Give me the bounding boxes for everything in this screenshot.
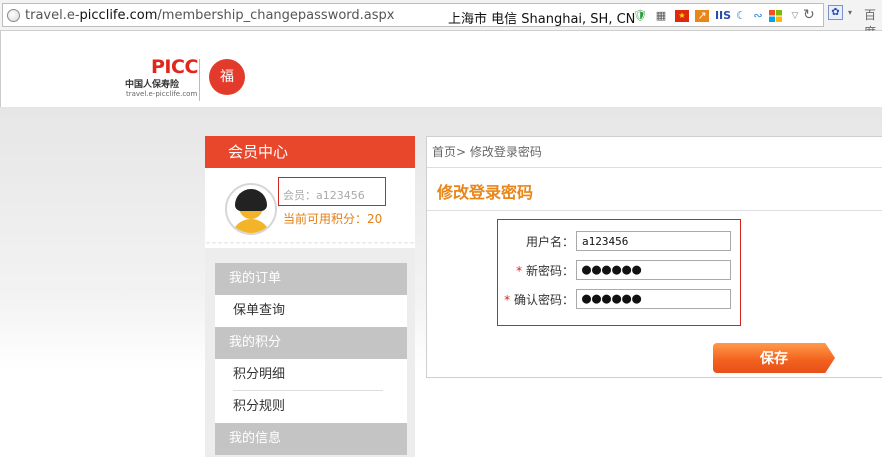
confirm-password-row: * 确认密码：	[498, 289, 742, 309]
new-password-row: * 新密码：	[498, 260, 742, 280]
menu-item-points-detail[interactable]: 积分明细	[215, 359, 407, 391]
engine-dropdown-icon[interactable]: ▾	[848, 8, 852, 17]
zigzag-divider	[205, 242, 415, 248]
menu-item-policy-query[interactable]: 保单查询	[215, 295, 407, 327]
url-field[interactable]: travel.e-picclife.com/membership_changep…	[2, 3, 824, 27]
member-name: 会员：a123456	[283, 189, 365, 202]
china-flag-icon[interactable]: ★	[675, 10, 689, 22]
logo-brand[interactable]: PICC	[151, 56, 198, 78]
browser-address-bar: travel.e-picclife.com/membership_changep…	[0, 0, 882, 39]
confirm-password-field[interactable]	[576, 289, 731, 309]
menu-group-orders: 我的订单	[215, 263, 407, 295]
url-text: travel.e-picclife.com/membership_changep…	[25, 8, 395, 23]
save-button[interactable]: 保存	[713, 343, 835, 373]
sidebar-title: 会员中心	[205, 136, 415, 168]
page-title: 修改登录密码	[437, 183, 534, 202]
username-label: 用户名：	[525, 235, 574, 249]
moon-icon[interactable]: ☾	[734, 10, 748, 22]
menu-item-points-rules[interactable]: 积分规则	[215, 391, 407, 423]
new-password-field[interactable]	[576, 260, 731, 280]
dropdown-arrow-icon[interactable]: ▽	[788, 10, 802, 22]
change-password-panel: 首页> 修改登录密码 修改登录密码 用户名： * 新密码： * 确认密码： 保存	[426, 136, 882, 378]
menu-group-my-info: 我的信息	[215, 423, 407, 455]
title-divider	[427, 210, 882, 211]
windows-icon[interactable]	[768, 10, 782, 22]
logo-domain: travel.e-picclife.com	[126, 90, 198, 98]
logo-divider	[199, 59, 200, 101]
wave-icon[interactable]: ∾	[751, 10, 765, 22]
breadcrumb[interactable]: 首页> 修改登录密码	[427, 137, 882, 168]
member-profile: 会员：a123456 当前可用积分：20	[205, 168, 415, 244]
member-sidebar: 会员中心 会员：a123456 当前可用积分：20 我的订单 保单查询 我的积分…	[205, 136, 415, 457]
logo-company-name: 中国人保寿险	[125, 80, 180, 90]
confirm-password-label: * 确认密码：	[504, 293, 574, 307]
search-engine-icon[interactable]: ✿	[828, 5, 843, 20]
sidebar-menu: 我的订单 保单查询 我的积分 积分明细 积分规则 我的信息	[215, 263, 407, 455]
password-form: 用户名： * 新密码： * 确认密码：	[497, 219, 741, 326]
iis-icon[interactable]: IIS	[712, 10, 734, 22]
new-password-label: * 新密码：	[516, 264, 574, 278]
username-row: 用户名：	[498, 231, 742, 251]
chart-icon[interactable]: ↗	[695, 10, 709, 22]
site-header: PICC 中国人保寿险 travel.e-picclife.com 福	[0, 31, 882, 107]
avatar	[225, 183, 277, 235]
available-points: 当前可用积分：20	[283, 212, 383, 226]
menu-group-points: 我的积分	[215, 327, 407, 359]
qr-code-icon[interactable]: ▦	[654, 10, 668, 22]
username-field[interactable]	[576, 231, 731, 251]
fu-seal-logo: 福	[209, 59, 245, 95]
shield-icon[interactable]: 🛡	[633, 10, 647, 22]
ip-location-text: 上海市 电信 Shanghai, SH, CN	[448, 12, 636, 27]
reload-icon[interactable]: ↻	[803, 7, 815, 23]
globe-icon	[7, 9, 20, 22]
